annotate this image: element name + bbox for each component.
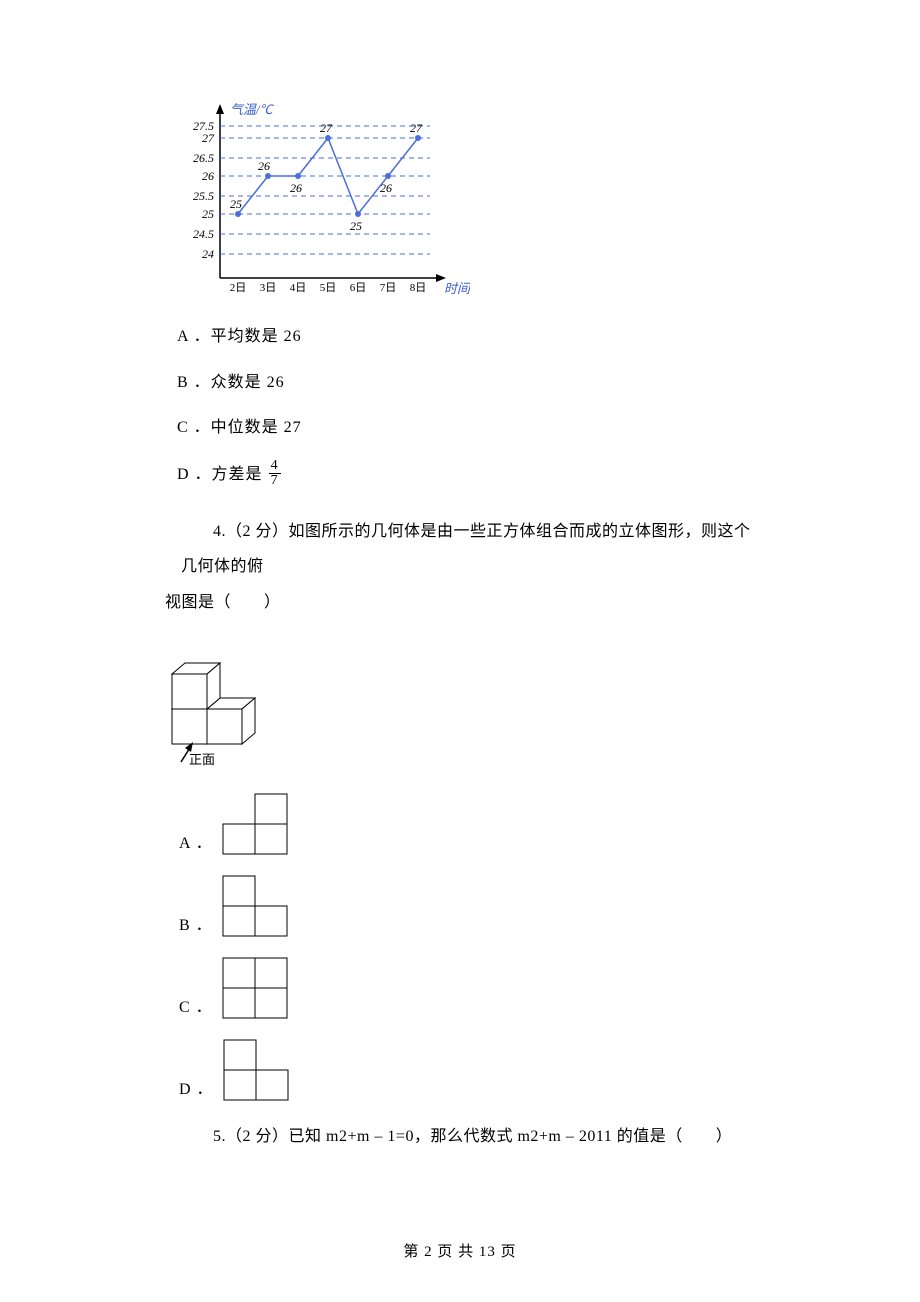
q3-option-d-text: D ．方差是 xyxy=(177,462,263,488)
q4-option-c-label: C ． xyxy=(179,995,213,1021)
svg-text:25: 25 xyxy=(350,219,362,233)
q4-question-line1: 4.（2 分）如图所示的几何体是由一些正方体组合而成的立体图形，则这个几何体的俯 xyxy=(181,514,755,584)
svg-text:26: 26 xyxy=(380,181,392,195)
svg-text:26: 26 xyxy=(258,159,270,173)
q3-option-a: A ．平均数是 26 xyxy=(177,324,755,350)
svg-text:5日: 5日 xyxy=(320,282,337,294)
svg-text:3日: 3日 xyxy=(260,282,277,294)
cube-figure-icon: 正面 xyxy=(167,634,295,766)
svg-text:4日: 4日 xyxy=(290,282,307,294)
fraction-numerator: 4 xyxy=(269,459,281,474)
q4-question-line2: 视图是（ ） xyxy=(165,590,755,616)
svg-text:时间: 时间 xyxy=(444,281,470,296)
svg-text:2日: 2日 xyxy=(230,282,247,294)
shape-c-icon xyxy=(219,956,291,1020)
q4-option-b: B ． xyxy=(179,874,755,938)
svg-text:24.5: 24.5 xyxy=(193,227,214,241)
svg-text:26: 26 xyxy=(290,181,302,195)
q3-option-d: D ．方差是 4 7 xyxy=(177,461,755,490)
svg-text:27: 27 xyxy=(202,131,215,145)
chart-svg: 27.5 27 26.5 26 25.5 25 24.5 24 2日 3日 4日… xyxy=(180,100,470,296)
svg-text:25.5: 25.5 xyxy=(193,189,214,203)
svg-text:气温/℃: 气温/℃ xyxy=(230,102,275,117)
svg-text:7日: 7日 xyxy=(380,282,397,294)
fraction-icon: 4 7 xyxy=(269,459,281,488)
q4-option-a-label: A ． xyxy=(179,831,213,857)
svg-text:6日: 6日 xyxy=(350,282,367,294)
fraction-denominator: 7 xyxy=(269,474,281,488)
svg-text:27: 27 xyxy=(410,121,423,135)
q4-option-b-label: B ． xyxy=(179,913,213,939)
q4-option-c: C ． xyxy=(179,956,755,1020)
svg-text:24: 24 xyxy=(202,247,214,261)
shape-b-icon xyxy=(219,874,291,938)
svg-text:27: 27 xyxy=(320,121,333,135)
svg-text:26.5: 26.5 xyxy=(193,151,214,165)
temperature-chart: 27.5 27 26.5 26 25.5 25 24.5 24 2日 3日 4日… xyxy=(180,100,755,296)
q3-option-c: C ．中位数是 27 xyxy=(177,415,755,441)
q3-option-b: B ．众数是 26 xyxy=(177,370,755,396)
shape-a-icon xyxy=(219,792,291,856)
svg-text:25: 25 xyxy=(230,197,242,211)
front-label: 正面 xyxy=(189,752,215,766)
q4-option-d: D ． xyxy=(179,1038,755,1102)
shape-d-icon xyxy=(220,1038,292,1102)
q4-option-d-label: D ． xyxy=(179,1077,214,1103)
svg-text:8日: 8日 xyxy=(410,282,427,294)
q4-solid-figure: 正面 xyxy=(167,634,755,775)
svg-text:26: 26 xyxy=(202,169,214,183)
q5-question: 5.（2 分）已知 m2+m – 1=0，那么代数式 m2+m – 2011 的… xyxy=(181,1124,755,1150)
page-footer: 第 2 页 共 13 页 xyxy=(0,1240,920,1264)
q4-option-a: A ． xyxy=(179,792,755,856)
svg-text:25: 25 xyxy=(202,207,214,221)
